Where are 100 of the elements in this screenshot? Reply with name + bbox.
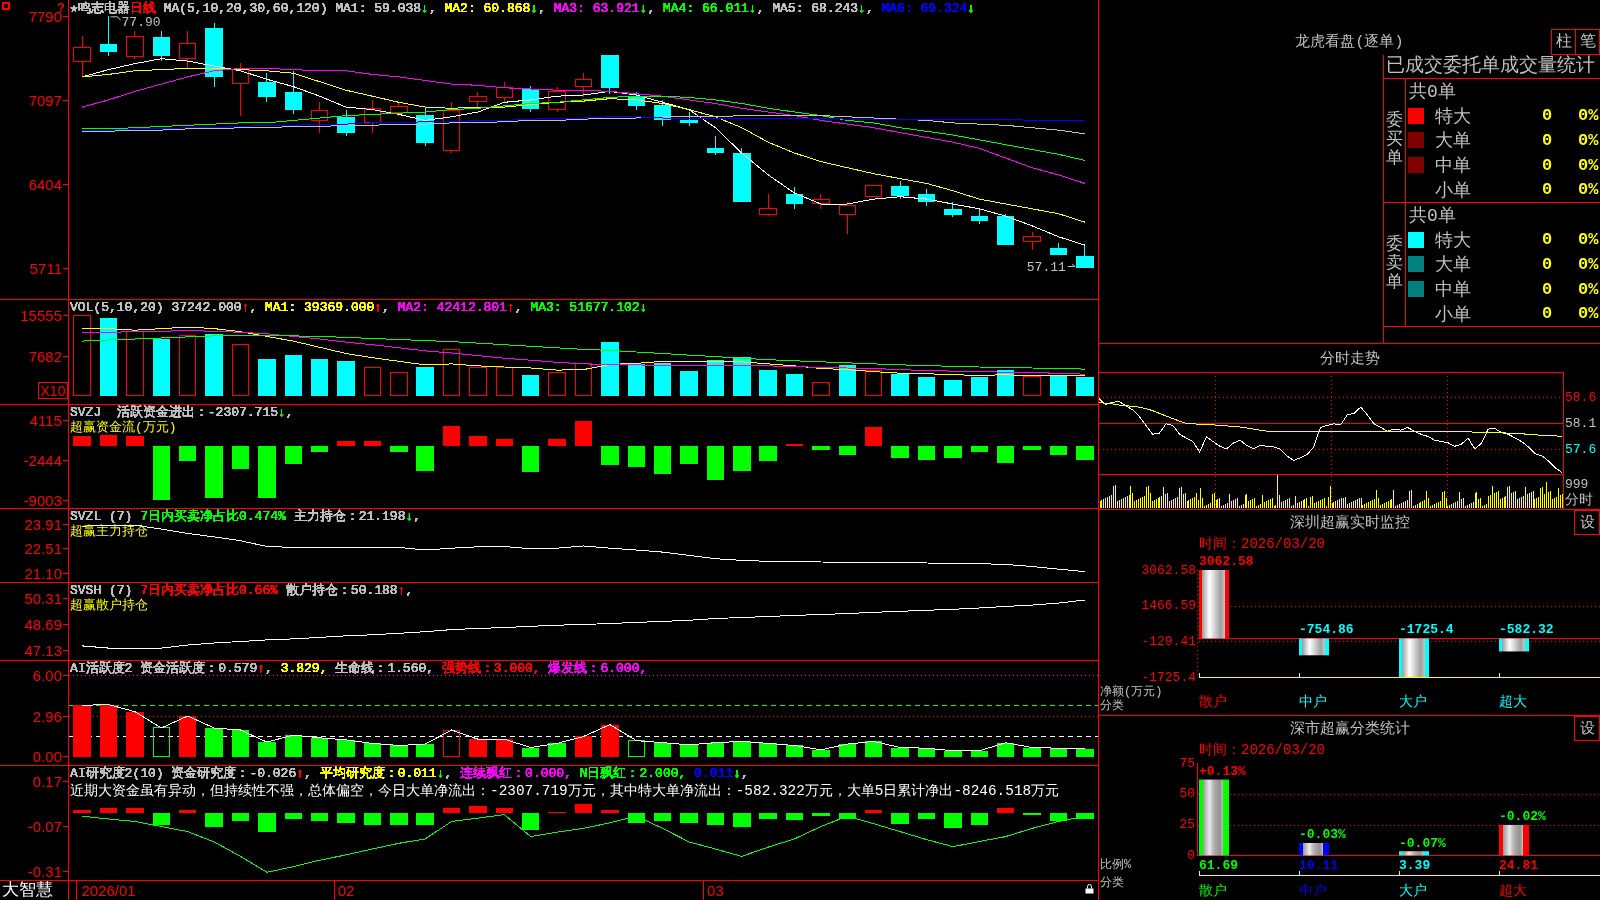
- order-share: 0%: [1578, 304, 1599, 324]
- order-count: 0: [1542, 131, 1553, 150]
- candlestick: [653, 99, 672, 127]
- candlestick: [258, 73, 276, 103]
- order-share: 0%: [1578, 106, 1599, 126]
- candlestick: [73, 35, 91, 77]
- order-size-label: 中单: [1435, 155, 1471, 178]
- candlestick: [99, 15, 118, 57]
- candlestick: [495, 81, 514, 103]
- order-share: 0%: [1578, 279, 1599, 299]
- stats-title: 已成交委托单成交量统计: [1384, 55, 1600, 79]
- bar-value-label: -1725.4: [1399, 621, 1454, 637]
- order-total: 共0单: [1409, 205, 1456, 228]
- axis-tick-label: 0.00: [32, 748, 62, 766]
- view-toggle-button[interactable]: 笔: [1575, 28, 1600, 55]
- category-label: 大户: [1399, 883, 1427, 899]
- axis-tick-label: -2444: [23, 451, 62, 469]
- date-label: 2026/01: [81, 882, 136, 899]
- candlestick: [944, 201, 962, 218]
- axis-tick-label: 50.31: [24, 589, 62, 607]
- order-size-label: 特大: [1435, 229, 1471, 252]
- candlestick: [865, 185, 883, 198]
- axis-tick-label: 7682: [28, 347, 62, 365]
- chart-bar: [1299, 638, 1329, 656]
- axis-tick-label: 0: [1187, 847, 1195, 863]
- order-count: 0: [1542, 230, 1553, 250]
- candlestick: [759, 193, 777, 217]
- axis-tick-label: -129.41: [1141, 633, 1196, 649]
- settings-button[interactable]: 设: [1574, 716, 1600, 741]
- leader-line: [110, 16, 122, 21]
- axis-tick-label: 21.10: [24, 564, 62, 582]
- bar-value-label: 24.81: [1499, 857, 1538, 873]
- candlestick: [152, 30, 171, 62]
- candlestick: [838, 201, 857, 235]
- square-icon: [2, 2, 10, 10]
- chart-bar: [1399, 638, 1429, 677]
- axis-tick-label: -0.07: [27, 818, 62, 835]
- axis-tick-label: -0.31: [27, 862, 62, 880]
- candlestick: [205, 23, 223, 88]
- lock-icon: [1085, 884, 1094, 894]
- category-label: 中户: [1299, 694, 1327, 710]
- candlestick: [627, 91, 645, 111]
- view-toggle-button[interactable]: 柱: [1551, 28, 1576, 55]
- candlestick: [442, 101, 461, 154]
- axis-tick-label: 48.69: [24, 616, 62, 633]
- settings-button[interactable]: 设: [1574, 510, 1600, 535]
- candlestick: [126, 30, 144, 60]
- axis-title: 分类: [1100, 699, 1124, 713]
- axis-title: 比例%: [1100, 858, 1132, 872]
- axis-title: 净额(万元): [1100, 685, 1163, 699]
- change-label: -0.03%: [1299, 827, 1346, 843]
- indicator-legend: SVSH (7) 7日内买卖净占比0.66% 散户持仓：50.188↑,: [70, 583, 414, 598]
- candlestick: [996, 213, 1015, 246]
- chart-bar: [1499, 638, 1529, 652]
- order-share: 0%: [1578, 180, 1599, 200]
- candlestick: [1076, 244, 1094, 269]
- category-label: 散户: [1199, 694, 1227, 710]
- candlestick: [1049, 242, 1068, 256]
- analysis-summary: 近期大资金虽有异动，但持续性不强，总体偏空，今日大单净流出：-2307.719万元，其中特大单净流出：-582.322万元，大单5日累计净出-8246.518万元: [70, 782, 1060, 801]
- order-size-label: 大单: [1435, 130, 1471, 153]
- panel-title: 分时走势: [1319, 349, 1380, 368]
- change-label: +0.13%: [1199, 764, 1246, 780]
- axis-tick-label: 999: [1565, 476, 1589, 492]
- category-label: 散户: [1199, 883, 1227, 899]
- price-high-label: 77.90: [121, 14, 161, 30]
- candlestick: [1023, 231, 1041, 251]
- indicator-legend: ★鸣志电器 日线 MA(5,10,20,30,60,120) MA1: 59.038↓, MA2: 60.868↓, MA3: 63.921↓, MA4: 66.011↓, MA5: 68.243↓, MA6: 69.324↓: [70, 1, 976, 16]
- date-label: 02: [337, 882, 355, 899]
- bar-value-label: -754.86: [1299, 621, 1354, 637]
- price-low-label: 57.11: [1026, 259, 1066, 275]
- candlestick: [416, 106, 434, 147]
- order-share: 0%: [1578, 255, 1599, 274]
- axis-tick-label: 23.91: [24, 516, 62, 534]
- axis-tick-label: 15555: [20, 306, 62, 324]
- axis-tick-label: 4115: [29, 412, 62, 430]
- axis-tick-label: 58.1: [1565, 415, 1597, 431]
- axis-tick-label: 6.00: [32, 666, 62, 684]
- candlestick: [891, 180, 909, 200]
- chart-subtitle: 时间：2026/03/20: [1199, 742, 1325, 758]
- candlestick: [179, 30, 197, 70]
- category-label: 超大: [1499, 694, 1527, 710]
- axis-tick-label: 58.6: [1565, 389, 1597, 405]
- leader-line: [1067, 263, 1076, 267]
- order-count: 0: [1542, 304, 1553, 324]
- indicator-caption: 超赢资金流(万元): [70, 420, 177, 435]
- chart-bar: [1199, 570, 1229, 639]
- order-share: 0%: [1578, 131, 1599, 150]
- candlestick: [733, 147, 751, 203]
- scale-factor-label: X10: [38, 382, 68, 399]
- chart-subtitle: 时间：2026/03/20: [1199, 536, 1325, 552]
- order-count: 0: [1542, 155, 1553, 175]
- candlestick: [284, 70, 302, 115]
- candlestick: [469, 91, 487, 108]
- axis-title: 分类: [1100, 876, 1124, 890]
- candlestick: [812, 193, 830, 210]
- candlestick: [363, 99, 382, 134]
- bar-value-label: 10.11: [1299, 857, 1338, 873]
- category-label: 超大: [1499, 883, 1527, 899]
- candlestick: [337, 109, 355, 137]
- axis-tick-label: 5711: [29, 259, 62, 277]
